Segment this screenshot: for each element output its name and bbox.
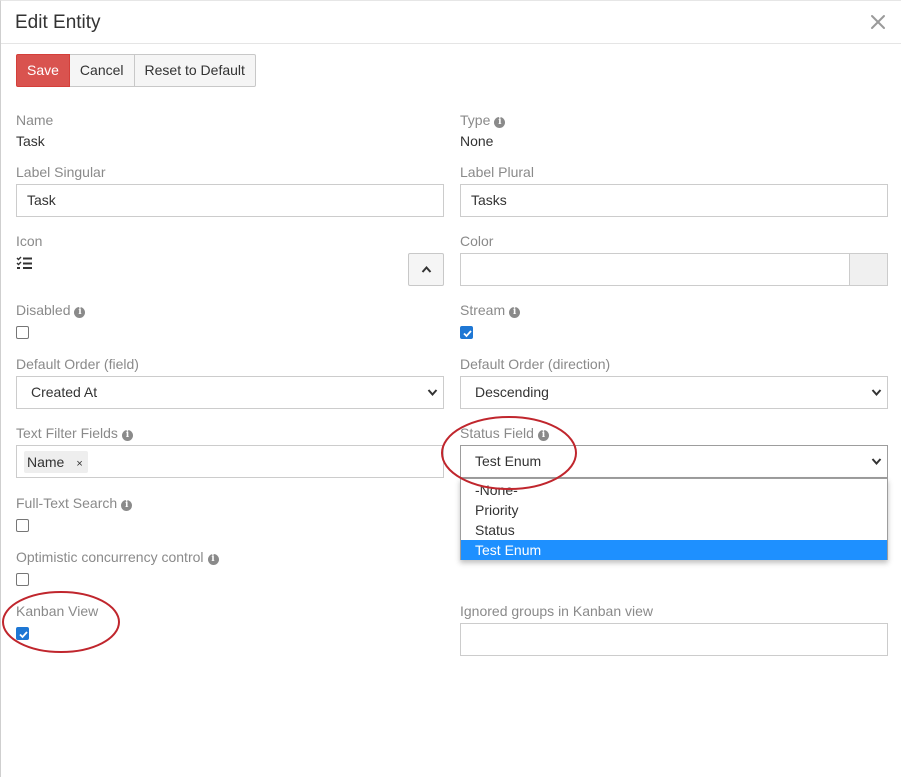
default-order-field-value: Created At	[31, 384, 98, 400]
tasks-checklist-icon	[16, 256, 32, 275]
stream-checkbox[interactable]	[460, 326, 473, 339]
full-text-search-label-text: Full-Text Search	[16, 495, 118, 511]
info-icon[interactable]: i	[121, 500, 133, 511]
chevron-up-icon	[421, 265, 432, 273]
action-button-group: Save Cancel Reset to Default	[16, 54, 256, 87]
default-order-direction-value: Descending	[475, 384, 549, 400]
default-order-field-label: Default Order (field)	[16, 356, 139, 372]
chevron-down-icon	[871, 389, 882, 397]
info-icon[interactable]: i	[537, 430, 549, 441]
remove-tag-icon[interactable]: ×	[76, 458, 82, 470]
info-icon[interactable]: i	[121, 430, 133, 441]
info-icon[interactable]: i	[509, 307, 521, 318]
optimistic-concurrency-label-text: Optimistic concurrency control	[16, 549, 204, 565]
info-icon[interactable]: i	[494, 117, 506, 128]
status-field-value: Test Enum	[475, 453, 542, 469]
close-icon[interactable]	[867, 11, 889, 33]
filter-field-tag-label: Name	[27, 454, 65, 470]
cancel-button[interactable]: Cancel	[69, 54, 135, 87]
info-icon[interactable]: i	[207, 554, 219, 565]
label-singular-input[interactable]: Task	[16, 184, 444, 217]
color-label: Color	[460, 233, 494, 249]
status-field-label: Status Field i	[460, 425, 549, 441]
default-order-field-select[interactable]: Created At	[16, 376, 444, 409]
icon-select-button[interactable]	[408, 253, 444, 286]
kanban-view-label: Kanban View	[16, 603, 99, 619]
status-field-select[interactable]: Test Enum	[460, 445, 888, 478]
kanban-view-checkbox[interactable]	[16, 627, 29, 640]
label-plural-label: Label Plural	[460, 164, 534, 180]
type-value: None	[460, 133, 494, 149]
dropdown-option-selected[interactable]: Test Enum	[461, 540, 887, 560]
check-icon	[19, 631, 28, 639]
stream-label: Stream i	[460, 302, 521, 318]
full-text-search-label: Full-Text Search i	[16, 495, 133, 511]
modal-header: Edit Entity	[1, 1, 901, 44]
color-swatch[interactable]	[849, 254, 887, 285]
reset-to-default-button[interactable]: Reset to Default	[134, 54, 256, 87]
name-label: Name	[16, 112, 54, 128]
ignored-groups-label: Ignored groups in Kanban view	[460, 603, 654, 619]
disabled-label: Disabled i	[16, 302, 86, 318]
kanban-view-annotation-ellipse	[2, 591, 120, 653]
type-label-text: Type	[460, 112, 491, 128]
status-field-dropdown: -None- Priority Status Test Enum	[460, 478, 888, 560]
filter-field-tag: Name ×	[24, 451, 88, 473]
dropdown-option[interactable]: Priority	[461, 500, 887, 520]
ignored-groups-input[interactable]	[460, 623, 888, 656]
dropdown-option[interactable]: -None-	[461, 480, 887, 500]
optimistic-concurrency-label: Optimistic concurrency control i	[16, 549, 219, 565]
optimistic-concurrency-checkbox[interactable]	[16, 573, 29, 586]
chevron-down-icon	[871, 458, 882, 466]
label-plural-input[interactable]: Tasks	[460, 184, 888, 217]
chevron-down-icon	[427, 389, 438, 397]
modal-title: Edit Entity	[15, 12, 101, 33]
default-order-direction-select[interactable]: Descending	[460, 376, 888, 409]
dropdown-option[interactable]: Status	[461, 520, 887, 540]
label-singular-label: Label Singular	[16, 164, 106, 180]
disabled-checkbox[interactable]	[16, 326, 29, 339]
save-button[interactable]: Save	[16, 54, 70, 87]
text-filter-fields-label: Text Filter Fields i	[16, 425, 133, 441]
icon-label: Icon	[16, 233, 43, 249]
default-order-direction-label: Default Order (direction)	[460, 356, 611, 372]
stream-label-text: Stream	[460, 302, 506, 318]
name-value: Task	[16, 133, 45, 149]
status-field-label-text: Status Field	[460, 425, 534, 441]
edit-entity-modal: Edit Entity Save Cancel Reset to Default…	[0, 0, 901, 777]
text-filter-fields-label-text: Text Filter Fields	[16, 425, 118, 441]
type-label: Type i	[460, 112, 506, 128]
disabled-label-text: Disabled	[16, 302, 71, 318]
color-input[interactable]	[460, 253, 888, 286]
full-text-search-checkbox[interactable]	[16, 519, 29, 532]
info-icon[interactable]: i	[74, 307, 86, 318]
check-icon	[463, 330, 472, 338]
